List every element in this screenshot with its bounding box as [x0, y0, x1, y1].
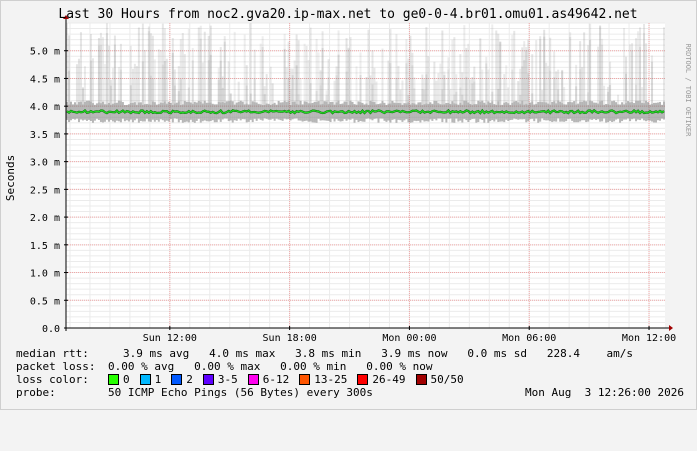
y-tick-label: 4.5 m	[30, 74, 60, 85]
loss-color-swatch	[415, 374, 427, 385]
watermark: RRDTOOL / TOBI OETIKER	[684, 44, 692, 138]
x-tick-label: Mon 12:00	[622, 333, 676, 344]
median-rtt-value: 3.9 ms avg 4.0 ms max 3.8 ms min 3.9 ms …	[123, 347, 633, 360]
loss-color-label-text: 0	[123, 373, 130, 386]
loss-color-swatch	[108, 374, 119, 385]
rtt-chart: 0.0 0.5 m 1.0 m 1.5 m 2.0 m 2.5 m 3.0 m 3.5 m 4.…	[4, 7, 692, 344]
median-rtt-row: median rtt: 3.9 ms avg 4.0 ms max 3.8 ms…	[16, 347, 692, 360]
y-tick-label: 5.0 m	[30, 47, 60, 58]
packet-loss-value: 0.00 % avg 0.00 % max 0.00 % min 0.00 % …	[108, 360, 433, 373]
x-tick-label: Sun 18:00	[263, 333, 317, 344]
loss-color-label-text: 1	[154, 373, 162, 386]
loss-color-swatch	[139, 374, 151, 385]
loss-color-label-text: 3-5	[217, 373, 238, 386]
loss-color-label-text: 6-12	[262, 373, 290, 386]
loss-color-label-text: 2	[186, 373, 193, 386]
packet-loss-label: packet loss:	[16, 360, 96, 373]
loss-color-item: 1	[139, 373, 162, 386]
y-tick-label: 2.0 m	[30, 213, 60, 224]
x-tick-labels: Sun 12:00 Sun 18:00 Mon 00:00 Mon 06:00 Mon …	[143, 333, 676, 344]
loss-color-item: 0	[108, 373, 130, 386]
loss-color-swatch	[357, 374, 369, 385]
probe-value: 50 ICMP Echo Pings (56 Bytes) every 300s	[108, 386, 373, 399]
loss-color-label-text: 26-49	[372, 373, 406, 386]
median-rtt-label: median rtt:	[16, 347, 89, 360]
y-tick-label: 0.0	[42, 324, 60, 335]
loss-color-item: 50/50	[415, 373, 464, 386]
loss-color-label: loss color:	[16, 373, 89, 386]
probe-label: probe:	[16, 386, 56, 399]
y-tick-label: 4.0 m	[30, 102, 60, 113]
y-tick-label: 3.0 m	[30, 158, 60, 169]
probe-row: probe: 50 ICMP Echo Pings (56 Bytes) eve…	[16, 386, 692, 399]
packet-loss-row: packet loss: 0.00 % avg 0.00 % max 0.00 …	[16, 360, 692, 373]
loss-color-swatch	[202, 374, 214, 385]
loss-color-swatch	[171, 374, 183, 385]
loss-color-swatch	[299, 374, 311, 385]
y-axis-label: Seconds	[4, 155, 17, 201]
loss-color-item: 13-25	[299, 373, 347, 386]
x-tick-label: Mon 00:00	[382, 333, 436, 344]
loss-color-item: 3-5	[202, 373, 238, 386]
loss-color-label-text: 50/50	[430, 373, 464, 386]
loss-color-item: 2	[171, 373, 193, 386]
x-axis-arrow	[669, 325, 673, 331]
y-tick-label: 3.5 m	[30, 130, 60, 141]
y-tick-label: 1.0 m	[30, 269, 60, 280]
loss-color-label-text: 13-25	[314, 373, 348, 386]
x-tick-label: Mon 06:00	[502, 333, 556, 344]
loss-color-item: 26-49	[357, 373, 406, 386]
y-tick-label: 0.5 m	[30, 296, 60, 307]
loss-color-swatch	[247, 374, 259, 385]
stats-panel: median rtt: 3.9 ms avg 4.0 ms max 3.8 ms…	[16, 347, 692, 399]
timestamp: Mon Aug 3 12:26:00 2026	[525, 386, 684, 399]
chart-title: Last 30 Hours from noc2.gva20.ip-max.net…	[58, 7, 637, 22]
loss-color-item: 6-12	[247, 373, 290, 386]
loss-color-legend: 0 1 2 3-5 6-12 13-25 26-49 50/50	[108, 373, 474, 386]
y-tick-labels: 0.0 0.5 m 1.0 m 1.5 m 2.0 m 2.5 m 3.0 m 3.5 m 4.…	[30, 47, 60, 335]
x-tick-label: Sun 12:00	[143, 333, 197, 344]
loss-color-row: loss color: 0 1 2 3-5 6-12 13-25 26-49 50/50	[16, 373, 692, 386]
y-tick-label: 2.5 m	[30, 185, 60, 196]
y-tick-label: 1.5 m	[30, 241, 60, 252]
